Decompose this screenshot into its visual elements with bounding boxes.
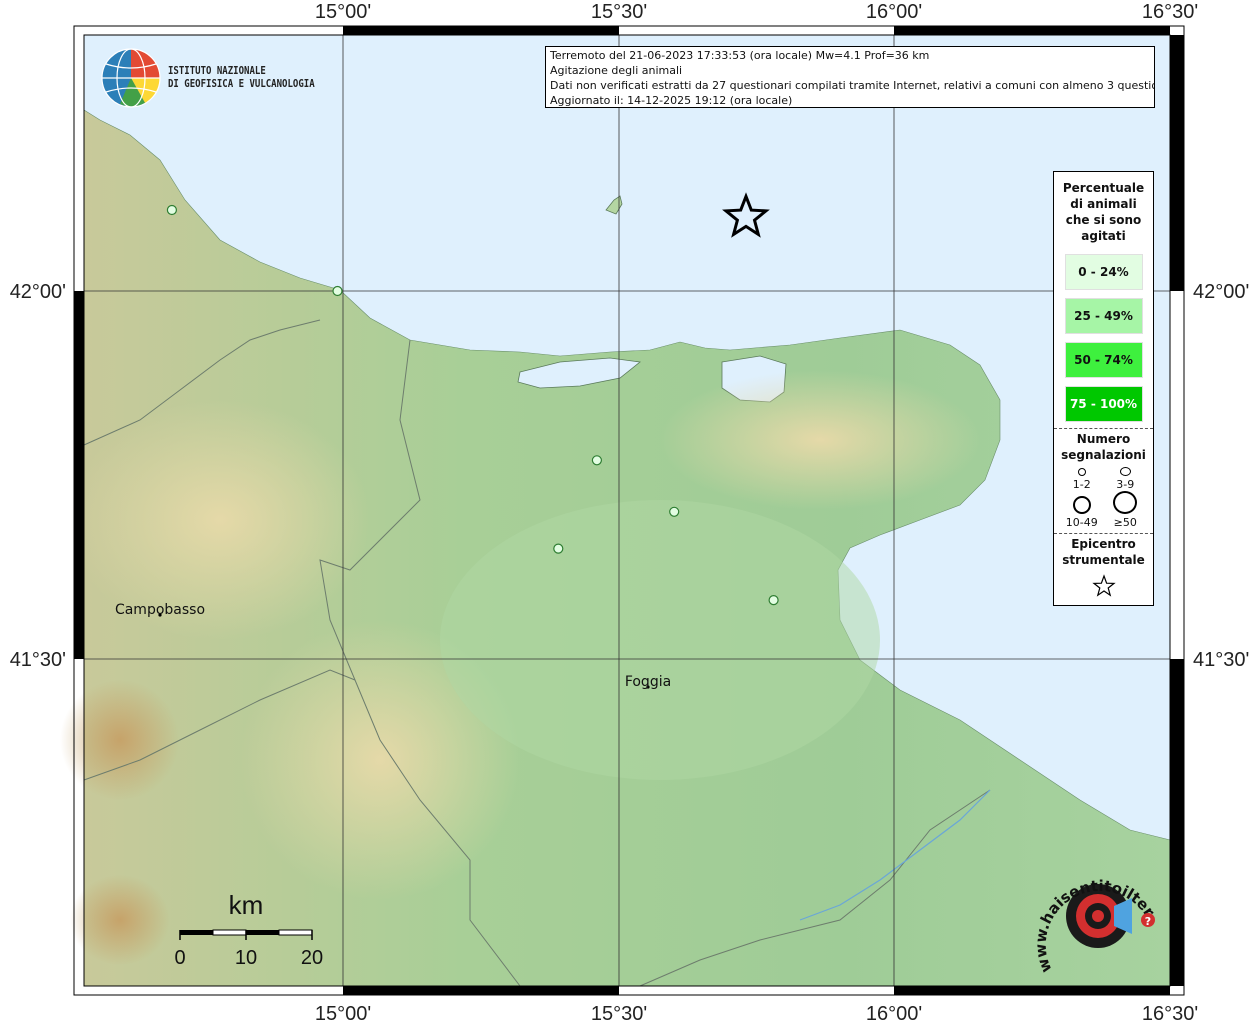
lon-label: 15°00' [315, 1, 371, 23]
size-circle-icon [1077, 468, 1086, 476]
city-label: Campobasso [115, 602, 205, 618]
legend-title-count: Numero segnalazioni [1054, 431, 1153, 463]
city-campobasso: Campobasso [115, 602, 205, 618]
legend-title-epicenter: Epicentro strumentale [1054, 536, 1153, 568]
observation-marker[interactable] [166, 204, 177, 216]
svg-text:?: ? [1145, 915, 1151, 928]
globe-icon [101, 48, 161, 108]
size-circle-icon [1119, 467, 1131, 476]
count-class: 1-2 [1060, 467, 1104, 491]
observation-marker[interactable] [768, 594, 779, 606]
count-class: 10-49 [1060, 491, 1104, 529]
relief-tavoliere [440, 500, 880, 780]
legend-title-line: strumentale [1062, 553, 1145, 567]
legend-divider [1054, 428, 1153, 429]
size-circle-icon [1072, 496, 1091, 514]
scale-tick: 20 [301, 947, 323, 969]
ingv-logo: ISTITUTO NAZIONALE DI GEOFISICA E VULCAN… [100, 46, 320, 110]
count-label: ≥50 [1113, 516, 1137, 529]
legend-title-percent: Percentuale di animali che si sono agita… [1054, 180, 1153, 244]
legend-divider [1054, 533, 1153, 534]
ingv-logo-line: DI GEOFISICA E VULCANOLOGIA [168, 77, 315, 90]
legend: Percentuale di animali che si sono agita… [1053, 171, 1154, 606]
legend-class-1: 25 - 49% [1064, 298, 1143, 334]
scale-bar: km 0 10 20 [174, 890, 323, 969]
info-line: Dati non verificati estratti da 27 quest… [550, 79, 1155, 92]
lon-label: 16°30' [1142, 1, 1198, 23]
info-line: Terremoto del 21-06-2023 17:33:53 (ora l… [550, 49, 930, 62]
lat-label: 42°00' [1193, 281, 1249, 303]
scale-unit: km [229, 890, 264, 920]
info-line: Aggiornato il: 14-12-2025 19:12 (ora loc… [550, 94, 793, 107]
observation-marker[interactable] [553, 543, 564, 554]
count-class: ≥50 [1104, 491, 1148, 529]
lon-label: 16°30' [1142, 1003, 1198, 1024]
relief-apennine-3 [60, 680, 180, 800]
legend-title-line: che si sono [1065, 213, 1142, 227]
legend-title-line: segnalazioni [1061, 448, 1146, 462]
city-label: Foggia [625, 674, 671, 690]
legend-class-3: 75 - 100% [1064, 386, 1143, 422]
count-label: 10-49 [1065, 516, 1098, 529]
count-class: 3-9 [1104, 467, 1148, 491]
size-circle-icon [1113, 491, 1138, 514]
ingv-logo-text: ISTITUTO NAZIONALE DI GEOFISICA E VULCAN… [168, 64, 315, 90]
lon-label: 16°00' [866, 1, 922, 23]
lon-labels-bottom: 15°00' 15°30' 16°00' 16°30' [315, 1003, 1198, 1024]
observation-marker[interactable] [669, 506, 680, 517]
count-label: 3-9 [1116, 478, 1135, 491]
observation-marker[interactable] [591, 455, 603, 466]
legend-title-line: agitati [1081, 229, 1126, 243]
ingv-logo-line: ISTITUTO NAZIONALE [168, 64, 266, 77]
haisentito-logo: www.haisentitoilterremoto.it ? [1030, 860, 1159, 975]
lon-label: 15°00' [315, 1003, 371, 1024]
info-line: Agitazione degli animali [550, 64, 683, 77]
lat-label: 42°00' [10, 281, 66, 303]
legend-class-0: 0 - 24% [1064, 254, 1143, 290]
city-foggia: Foggia [625, 674, 671, 690]
lat-label: 41°30' [10, 649, 66, 671]
observation-marker[interactable] [332, 285, 343, 297]
lon-label: 15°30' [591, 1, 647, 23]
lat-label: 41°30' [1193, 649, 1249, 671]
count-label: 1-2 [1072, 478, 1091, 491]
count-legend: 1-2 3-9 10-49 ≥50 [1060, 467, 1147, 529]
relief-gargano [660, 370, 980, 510]
scale-tick: 10 [235, 947, 257, 969]
legend-title-line: Percentuale [1062, 181, 1145, 195]
legend-title-line: Epicentro [1071, 537, 1136, 551]
lon-label: 15°30' [591, 1003, 647, 1024]
star-icon [1091, 574, 1116, 597]
lon-label: 16°00' [866, 1003, 922, 1024]
info-box: Terremoto del 21-06-2023 17:33:53 (ora l… [545, 46, 1155, 108]
legend-title-line: Numero [1076, 432, 1131, 446]
relief-apennine-4 [70, 875, 170, 965]
scale-tick: 0 [174, 947, 185, 969]
legend-title-line: di animali [1070, 197, 1137, 211]
legend-class-2: 50 - 74% [1064, 342, 1143, 378]
lon-labels-top: 15°00' 15°30' 16°00' 16°30' [315, 1, 1198, 23]
